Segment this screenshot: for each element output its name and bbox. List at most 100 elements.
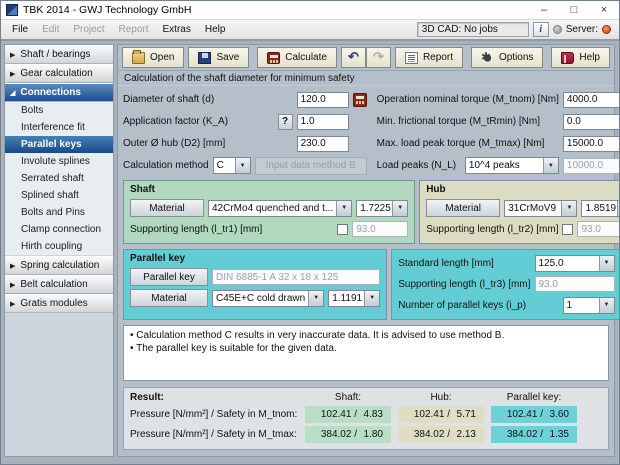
standard-length-value: 125.0 — [538, 257, 564, 269]
min-frictional-torque-label: Min. frictional torque (M_tRmin) [Nm] — [376, 116, 540, 127]
sidebar-item-serrated-shaft[interactable]: Serrated shaft — [5, 170, 113, 187]
outer-hub-input[interactable]: 230.0 — [296, 135, 349, 152]
report-document-icon — [404, 51, 418, 64]
diameter-input[interactable]: 120.0 — [296, 91, 349, 108]
close-button[interactable]: × — [589, 1, 619, 19]
key-material-number-select[interactable]: 1.1191 ▼ — [328, 289, 381, 307]
chevron-down-icon[interactable]: ▼ — [364, 290, 380, 306]
shaft-material-number-select[interactable]: 1.7225 ▼ — [356, 199, 409, 217]
menu-bar-status: 3D CAD: No jobs i Server: — [416, 22, 615, 37]
operation-torque-input[interactable]: 4000.0 — [562, 91, 619, 108]
info-button[interactable]: i — [532, 22, 549, 37]
hub-supporting-length-label: Supporting length (l_tr2) [mm] — [426, 223, 559, 235]
operation-torque-label: Operation nominal torque (M_tnom) [Nm] — [376, 94, 559, 105]
sidebar-item-bolts[interactable]: Bolts — [5, 102, 113, 119]
save-button[interactable]: Save — [188, 47, 250, 68]
main-panel: Open Save Calculate Report — [117, 44, 619, 457]
standard-length-label: Standard length [mm] — [398, 257, 494, 269]
menu-help[interactable]: Help — [198, 22, 233, 37]
sidebar-item-bolts-and-pins[interactable]: Bolts and Pins — [5, 204, 113, 221]
hub-supporting-length-checkbox[interactable] — [562, 223, 574, 235]
chevron-right-icon: ▶ — [10, 262, 16, 270]
options-button[interactable]: Options — [470, 47, 544, 68]
sidebar-item-involute-splines[interactable]: Involute splines — [5, 153, 113, 170]
open-button[interactable]: Open — [122, 47, 185, 68]
sidebar-group-spring-calculation[interactable]: ▶ Spring calculation — [5, 256, 113, 275]
report-button[interactable]: Report — [394, 47, 463, 68]
key-material-select[interactable]: C45E+C cold drawn ▼ — [212, 289, 325, 307]
open-folder-icon — [132, 49, 145, 64]
result-col-hub: Hub: — [430, 392, 452, 403]
undo-button[interactable] — [340, 47, 366, 68]
chevron-down-icon[interactable]: ▼ — [598, 255, 614, 271]
minimize-button[interactable]: – — [529, 1, 559, 19]
shaft-supporting-length-label: Supporting length (l_tr1) [mm] — [130, 223, 263, 235]
chevron-down-icon[interactable]: ▼ — [336, 200, 352, 216]
chevron-down-icon[interactable]: ▼ — [542, 158, 558, 173]
input-data-method-b-button: Input data method B — [254, 156, 367, 175]
menu-edit: Edit — [42, 24, 60, 35]
hub-material-value: 31CrMoV9 — [508, 202, 557, 214]
sidebar-item-interference-fit[interactable]: Interference fit — [5, 119, 113, 136]
parallel-key-row: Parallel key Parallel key DIN 6885-1 A 3… — [118, 249, 619, 320]
application-factor-input[interactable]: 1.0 — [296, 113, 349, 130]
report-button-label: Report — [422, 52, 453, 63]
help-button[interactable]: Help — [551, 47, 610, 68]
gear-icon — [480, 50, 494, 64]
application-factor-help-button[interactable]: ? — [277, 113, 293, 130]
calculate-button[interactable]: Calculate — [257, 47, 337, 68]
shaft-supporting-length-checkbox[interactable] — [337, 223, 349, 235]
shaft-supporting-length-field: 93.0 — [352, 221, 409, 237]
sidebar-group-gratis-modules[interactable]: ▶ Gratis modules — [5, 294, 113, 313]
calculation-method-label: Calculation method — [123, 160, 209, 171]
safety-value: 1.80 — [363, 429, 383, 440]
cad-status-dot — [552, 25, 562, 34]
messages-box: • Calculation method C results in very i… — [123, 325, 609, 381]
hub-material-select[interactable]: 31CrMoV9 ▼ — [504, 199, 578, 217]
sidebar-item-clamp-connection[interactable]: Clamp connection — [5, 221, 113, 238]
shaft-material-value: 42CrMo4 quenched and t... — [212, 202, 334, 214]
hub-material-number-value: 1.8519 — [585, 202, 617, 214]
chevron-down-icon[interactable]: ▼ — [598, 297, 614, 313]
sidebar-item-parallel-keys[interactable]: Parallel keys — [5, 136, 113, 153]
shaft-material-select[interactable]: 42CrMo4 quenched and t... ▼ — [208, 199, 353, 217]
undo-icon — [347, 49, 360, 65]
hub-material-number-select[interactable]: 1.8519 ▼ — [581, 199, 619, 217]
maximize-button[interactable]: □ — [559, 1, 589, 19]
diameter-calculator-icon[interactable] — [352, 92, 367, 107]
max-peak-torque-input[interactable]: 15000.0 — [562, 135, 619, 152]
result-title: Result: — [130, 392, 164, 403]
hub-section: Hub Material 31CrMoV9 ▼ 1.8519 ▼ Support… — [419, 180, 619, 244]
menu-file[interactable]: File — [5, 22, 35, 37]
safety-value: 1.35 — [549, 429, 569, 440]
parallel-key-button[interactable]: Parallel key — [130, 268, 208, 286]
standard-length-select[interactable]: 125.0 ▼ — [534, 254, 615, 272]
sidebar-group-connections[interactable]: ◢ Connections — [5, 83, 113, 102]
server-status-dot — [602, 25, 611, 34]
menu-extras[interactable]: Extras — [156, 22, 198, 37]
number-of-keys-select[interactable]: 1 ▼ — [562, 296, 615, 314]
sidebar-group-belt-calculation[interactable]: ▶ Belt calculation — [5, 275, 113, 294]
sidebar-group-label: Gear calculation — [20, 68, 93, 79]
load-peaks-value: 10^4 peaks — [468, 160, 520, 171]
key-material-number-value: 1.1191 — [332, 292, 363, 304]
max-peak-torque-label: Max. load peak torque (M_tmax) [Nm] — [376, 138, 545, 149]
chevron-down-icon[interactable]: ▼ — [308, 290, 324, 306]
key-material-button[interactable]: Material — [130, 289, 208, 307]
sidebar-item-splined-shaft[interactable]: Splined shaft — [5, 187, 113, 204]
min-frictional-torque-input[interactable]: 0.0 — [562, 113, 619, 130]
sidebar-group-gear-calculation[interactable]: ▶ Gear calculation — [5, 64, 113, 83]
result-hub-tnom: 102.41 / 5.71 — [398, 406, 484, 423]
hub-material-button[interactable]: Material — [426, 199, 501, 217]
shaft-material-button[interactable]: Material — [130, 199, 204, 217]
chevron-down-icon[interactable]: ▼ — [392, 200, 408, 216]
menu-bar: File Edit Project Report Extras Help 3D … — [1, 20, 619, 41]
calculation-method-select[interactable]: C ▼ — [212, 157, 251, 174]
chevron-down-icon[interactable]: ▼ — [561, 200, 577, 216]
sidebar-group-shaft-bearings[interactable]: ▶ Shaft / bearings — [5, 45, 113, 64]
shaft-hub-row: Shaft Material 42CrMo4 quenched and t...… — [118, 180, 619, 244]
pressure-value: 102.41 / — [320, 409, 357, 420]
load-peaks-select[interactable]: 10^4 peaks ▼ — [464, 157, 559, 174]
chevron-down-icon[interactable]: ▼ — [234, 158, 250, 173]
sidebar-item-hirth-coupling[interactable]: Hirth coupling — [5, 238, 113, 255]
